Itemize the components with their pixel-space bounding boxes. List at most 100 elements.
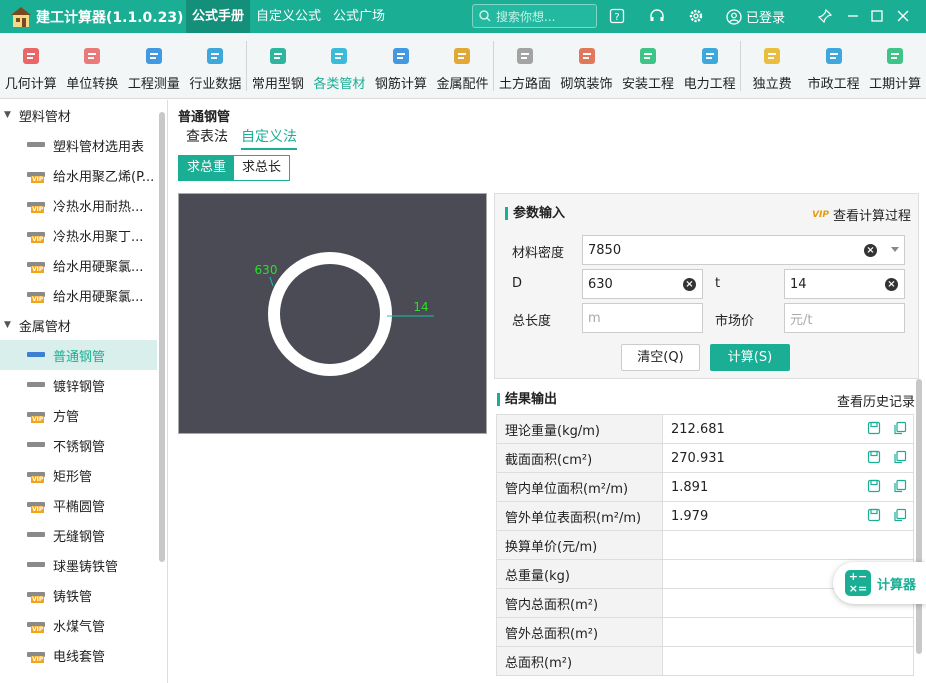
main-content: 普通钢管 查表法 自定义法 求总重 求总长 630 14 参数输入 VIP 查看… <box>169 100 926 683</box>
copy-icon[interactable] <box>893 450 907 464</box>
tab-custom-formula[interactable]: 自定义公式 <box>250 0 327 33</box>
result-value-cell <box>662 646 914 676</box>
toolbar-item-1[interactable]: 单位转换 <box>62 33 124 99</box>
vip-pipe-icon: VIP <box>27 289 45 303</box>
d-input[interactable]: 630 × <box>582 269 703 299</box>
clear-t-icon[interactable]: × <box>885 278 898 291</box>
sidebar-item[interactable]: 塑料管材选用表 <box>0 130 157 160</box>
toolbar-item-14[interactable]: 工期计算 <box>864 33 926 99</box>
sidebar-category[interactable]: ▼ 金属管材 <box>0 310 167 340</box>
sidebar-item-label: 矩形管 <box>53 469 93 485</box>
pin-icon[interactable] <box>815 6 835 26</box>
login-status[interactable]: 已登录 <box>726 7 785 26</box>
sidebar-item[interactable]: VIP 平椭圆管 <box>0 490 157 520</box>
sidebar-item-label: 给水用硬聚氯... <box>53 259 144 275</box>
maximize-icon[interactable] <box>867 6 887 26</box>
result-label: 管内总面积(m²) <box>496 588 663 618</box>
sidebar-item[interactable]: VIP 给水用硬聚氯... <box>0 250 157 280</box>
category-toolbar: 几何计算 单位转换 工程测量 行业数据 常用型钢 各类管材 钢筋计算 金属配件 土方路面 砌筑装饰… <box>0 33 926 99</box>
toolbar-item-5[interactable]: 各类管材 <box>309 33 371 99</box>
toolbar-item-2[interactable]: 工程测量 <box>123 33 185 99</box>
toolbar-item-label: 行业数据 <box>189 77 242 92</box>
sidebar-item-label: 普通钢管 <box>53 349 106 365</box>
toolbar-item-7[interactable]: 金属配件 <box>432 33 494 99</box>
sidebar-item[interactable]: VIP 水煤气管 <box>0 610 157 640</box>
toolbar-item-10[interactable]: 安装工程 <box>617 33 679 99</box>
sidebar-item[interactable]: VIP 给水用聚乙烯(P... <box>0 160 157 190</box>
sidebar-item[interactable]: 普通钢管 <box>0 340 157 370</box>
sidebar-item[interactable]: VIP 电线套管 <box>0 640 157 670</box>
save-icon[interactable] <box>867 421 881 435</box>
t-input[interactable]: 14 × <box>784 269 905 299</box>
search-input[interactable]: 搜索你想... <box>472 4 597 28</box>
copy-icon[interactable] <box>893 508 907 522</box>
mode-total-length[interactable]: 求总长 <box>234 156 289 180</box>
clear-button[interactable]: 清空(Q) <box>621 344 700 371</box>
sidebar-item-label: 球墨铸铁管 <box>53 559 119 575</box>
chevron-down-icon[interactable] <box>891 247 899 252</box>
pipe-ring <box>268 252 392 376</box>
municipal-icon <box>823 45 845 67</box>
save-icon[interactable] <box>867 508 881 522</box>
toolbar-item-label: 电力工程 <box>683 77 736 92</box>
gear-icon[interactable] <box>686 6 706 26</box>
toolbar-item-11[interactable]: 电力工程 <box>679 33 741 99</box>
sidebar-item[interactable]: 不锈钢管 <box>0 430 157 460</box>
floating-calculator-button[interactable]: +− ×= 计算器 <box>833 562 926 604</box>
mode-total-weight[interactable]: 求总重 <box>179 156 235 180</box>
sidebar-item[interactable]: VIP 矩形管 <box>0 460 157 490</box>
sidebar-item-label: 平椭圆管 <box>53 499 106 515</box>
view-history-link[interactable]: 查看历史记录 <box>837 391 915 410</box>
tab-formula-handbook[interactable]: 公式手册 <box>186 0 251 33</box>
tab-formula-square[interactable]: 公式广场 <box>327 0 391 33</box>
price-input[interactable]: 元/t <box>784 303 905 333</box>
toolbar-item-12[interactable]: 独立费 <box>741 33 803 99</box>
close-icon[interactable] <box>893 6 913 26</box>
toolbar-item-4[interactable]: 常用型钢 <box>247 33 309 99</box>
help-icon[interactable]: ? <box>607 6 627 26</box>
sidebar-item[interactable]: VIP 给水用硬聚氯... <box>0 280 157 310</box>
clear-density-icon[interactable]: × <box>864 244 877 257</box>
copy-icon[interactable] <box>893 479 907 493</box>
length-input[interactable]: m <box>582 303 703 333</box>
sidebar-item[interactable]: 镀锌钢管 <box>0 370 157 400</box>
main-scrollbar[interactable] <box>916 379 922 654</box>
tab-custom-method[interactable]: 自定义法 <box>241 126 297 150</box>
toolbar-item-3[interactable]: 行业数据 <box>185 33 247 99</box>
toolbar-item-13[interactable]: 市政工程 <box>803 33 865 99</box>
vip-badge-icon: VIP <box>812 209 829 220</box>
minimize-icon[interactable] <box>843 6 863 26</box>
d-label: D <box>512 276 523 291</box>
result-section-title: 结果输出 <box>497 393 557 406</box>
result-value: 1.979 <box>671 508 709 524</box>
sidebar-item[interactable]: VIP 方管 <box>0 400 157 430</box>
sidebar-category[interactable]: ▼ 塑料管材 <box>0 100 167 130</box>
result-value: 212.681 <box>671 421 725 437</box>
vip-pipe-icon: VIP <box>27 619 45 633</box>
view-process-link[interactable]: VIP 查看计算过程 <box>812 205 911 224</box>
sidebar-item-label: 塑料管材选用表 <box>53 139 145 155</box>
page-title: 普通钢管 <box>178 110 231 125</box>
sidebar-item[interactable]: VIP 冷热水用聚丁... <box>0 220 157 250</box>
toolbar-item-9[interactable]: 砌筑装饰 <box>556 33 618 99</box>
save-icon[interactable] <box>867 479 881 493</box>
price-placeholder: 元/t <box>790 312 813 328</box>
sidebar-item[interactable]: 球墨铸铁管 <box>0 550 157 580</box>
sidebar-item[interactable]: 无缝钢管 <box>0 520 157 550</box>
headset-icon[interactable] <box>647 6 667 26</box>
calculate-button[interactable]: 计算(S) <box>710 344 790 371</box>
toolbar-item-label: 各类管材 <box>313 77 366 92</box>
tab-lookup-method[interactable]: 查表法 <box>186 126 228 148</box>
toolbar-item-8[interactable]: 土方路面 <box>494 33 556 99</box>
density-select[interactable]: 7850 × <box>582 235 905 265</box>
sidebar-scrollbar[interactable] <box>159 112 165 562</box>
sidebar-item[interactable]: VIP 铸铁管 <box>0 580 157 610</box>
copy-icon[interactable] <box>893 421 907 435</box>
toolbar-item-label: 钢筋计算 <box>374 77 427 92</box>
toolbar-item-6[interactable]: 钢筋计算 <box>370 33 432 99</box>
clear-d-icon[interactable]: × <box>683 278 696 291</box>
toolbar-item-0[interactable]: 几何计算 <box>0 33 62 99</box>
table-row: 管外总面积(m²) <box>496 617 914 647</box>
sidebar-item[interactable]: VIP 冷热水用耐热... <box>0 190 157 220</box>
save-icon[interactable] <box>867 450 881 464</box>
